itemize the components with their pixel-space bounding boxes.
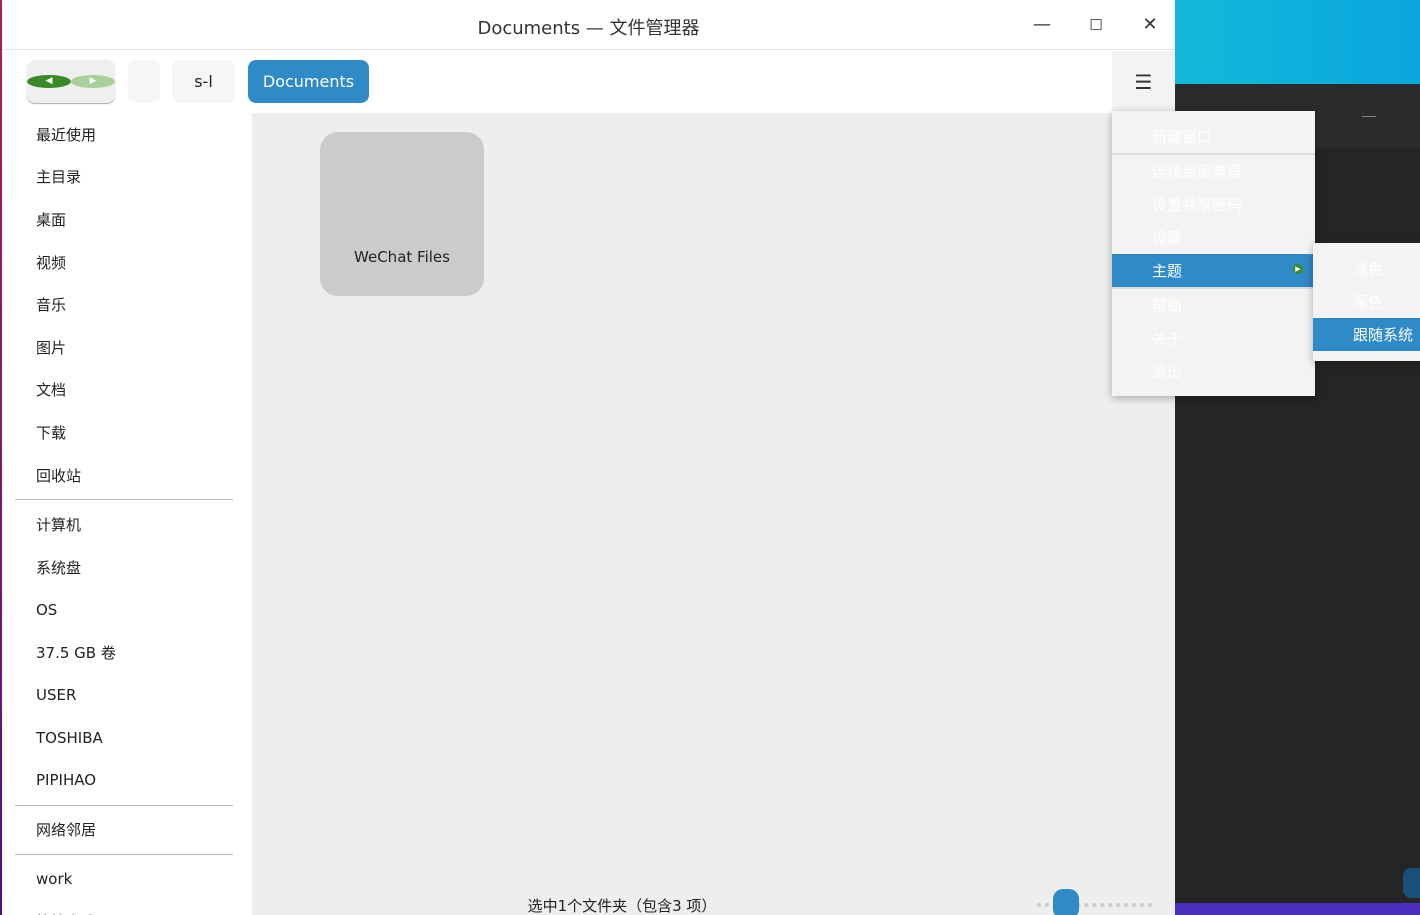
zoom-slider-handle[interactable] bbox=[1053, 889, 1079, 915]
sidebar-item-volume[interactable]: 37.5 GB 卷 bbox=[2, 631, 252, 674]
sidebar-item-work[interactable]: work bbox=[2, 858, 252, 901]
menu-item-settings[interactable]: 设置 bbox=[1112, 221, 1315, 254]
back-button[interactable]: ◀ bbox=[27, 60, 71, 103]
sidebar-item-os[interactable]: OS bbox=[2, 589, 252, 632]
sidebar: 最近使用 主目录 桌面 视频 音乐 图片 文档 下载 回收站 计算机 系统盘 O… bbox=[2, 113, 252, 915]
sidebar-item-home[interactable]: 主目录 bbox=[2, 156, 252, 199]
submenu-arrow-icon: ▶ bbox=[1293, 264, 1303, 274]
breadcrumb-documents[interactable]: Documents bbox=[248, 60, 369, 103]
taskbar-edge bbox=[1175, 903, 1420, 915]
folder-item[interactable]: WeChat Files bbox=[320, 132, 484, 296]
sidebar-item-desktop[interactable]: 桌面 bbox=[2, 198, 252, 241]
file-view: WeChat Files 选中1个文件夹（包含3 项） bbox=[252, 113, 1175, 915]
menu-item-connect-server[interactable]: 连接到服务器 bbox=[1112, 155, 1315, 188]
maximize-button[interactable]: ☐ bbox=[1083, 12, 1109, 38]
forward-arrow-icon: ▶ bbox=[71, 75, 115, 88]
sidebar-item-network[interactable]: 网络邻居 bbox=[2, 809, 252, 852]
sidebar-item-documents[interactable]: 文档 bbox=[2, 369, 252, 412]
divider bbox=[15, 854, 233, 856]
toolbar: ◀ ▶ s-l Documents ☰ bbox=[2, 51, 1175, 113]
sidebar-item-pictures[interactable]: 图片 bbox=[2, 326, 252, 369]
sidebar-item-user[interactable]: USER bbox=[2, 674, 252, 717]
menu-item-help[interactable]: 帮助 bbox=[1112, 289, 1315, 322]
sidebar-item-recent[interactable]: 最近使用 bbox=[2, 113, 252, 156]
submenu-item-light[interactable]: 浅色 bbox=[1313, 252, 1420, 285]
submenu-item-follow-system[interactable]: 跟随系统 bbox=[1313, 318, 1420, 351]
breadcrumb-root[interactable] bbox=[128, 60, 160, 103]
back-arrow-icon: ◀ bbox=[27, 75, 71, 88]
sidebar-item-pipihao[interactable]: PIPIHAO bbox=[2, 759, 252, 802]
menu-item-theme[interactable]: 主题 ▶ bbox=[1112, 254, 1315, 287]
desktop-background bbox=[1175, 0, 1420, 84]
main-menu: 新建窗口 连接到服务器 设置共享密码 设置 主题 ▶ 帮助 关于 退出 bbox=[1112, 111, 1315, 396]
menu-item-about[interactable]: 关于 bbox=[1112, 322, 1315, 355]
background-minimize-icon bbox=[1362, 116, 1376, 117]
forward-button[interactable]: ▶ bbox=[71, 60, 115, 103]
sidebar-item-downloads[interactable]: 下载 bbox=[2, 411, 252, 454]
titlebar: Documents — 文件管理器 — ☐ ✕ bbox=[2, 0, 1175, 50]
sidebar-item-videos[interactable]: 视频 bbox=[2, 241, 252, 284]
breadcrumb-user[interactable]: s-l bbox=[172, 60, 235, 103]
submenu-item-dark[interactable]: 深色 bbox=[1313, 285, 1420, 318]
sidebar-item-system-disk[interactable]: 系统盘 bbox=[2, 546, 252, 589]
menu-item-theme-label: 主题 bbox=[1152, 262, 1183, 280]
divider bbox=[15, 804, 233, 806]
window-title: Documents — 文件管理器 bbox=[477, 18, 700, 39]
theme-submenu: 浅色 深色 跟随系统 bbox=[1313, 243, 1420, 361]
minimize-button[interactable]: — bbox=[1029, 12, 1055, 38]
sidebar-item-shortcut[interactable]: 快捷方式 bbox=[2, 901, 252, 915]
background-scrollbar bbox=[1403, 868, 1420, 898]
close-button[interactable]: ✕ bbox=[1137, 12, 1163, 38]
divider bbox=[15, 499, 233, 501]
menu-item-new-window[interactable]: 新建窗口 bbox=[1112, 120, 1315, 153]
sidebar-item-computer[interactable]: 计算机 bbox=[2, 503, 252, 546]
sidebar-item-music[interactable]: 音乐 bbox=[2, 283, 252, 326]
nav-buttons: ◀ ▶ bbox=[27, 60, 115, 103]
sidebar-item-trash[interactable]: 回收站 bbox=[2, 454, 252, 497]
status-text: 选中1个文件夹（包含3 项） bbox=[527, 897, 717, 915]
menu-item-quit[interactable]: 退出 bbox=[1112, 355, 1315, 388]
file-manager-window: Documents — 文件管理器 — ☐ ✕ ◀ ▶ s-l Document… bbox=[2, 0, 1175, 915]
menu-item-share-password[interactable]: 设置共享密码 bbox=[1112, 188, 1315, 221]
hamburger-menu-button[interactable]: ☰ bbox=[1112, 51, 1175, 113]
sidebar-item-toshiba[interactable]: TOSHIBA bbox=[2, 716, 252, 759]
